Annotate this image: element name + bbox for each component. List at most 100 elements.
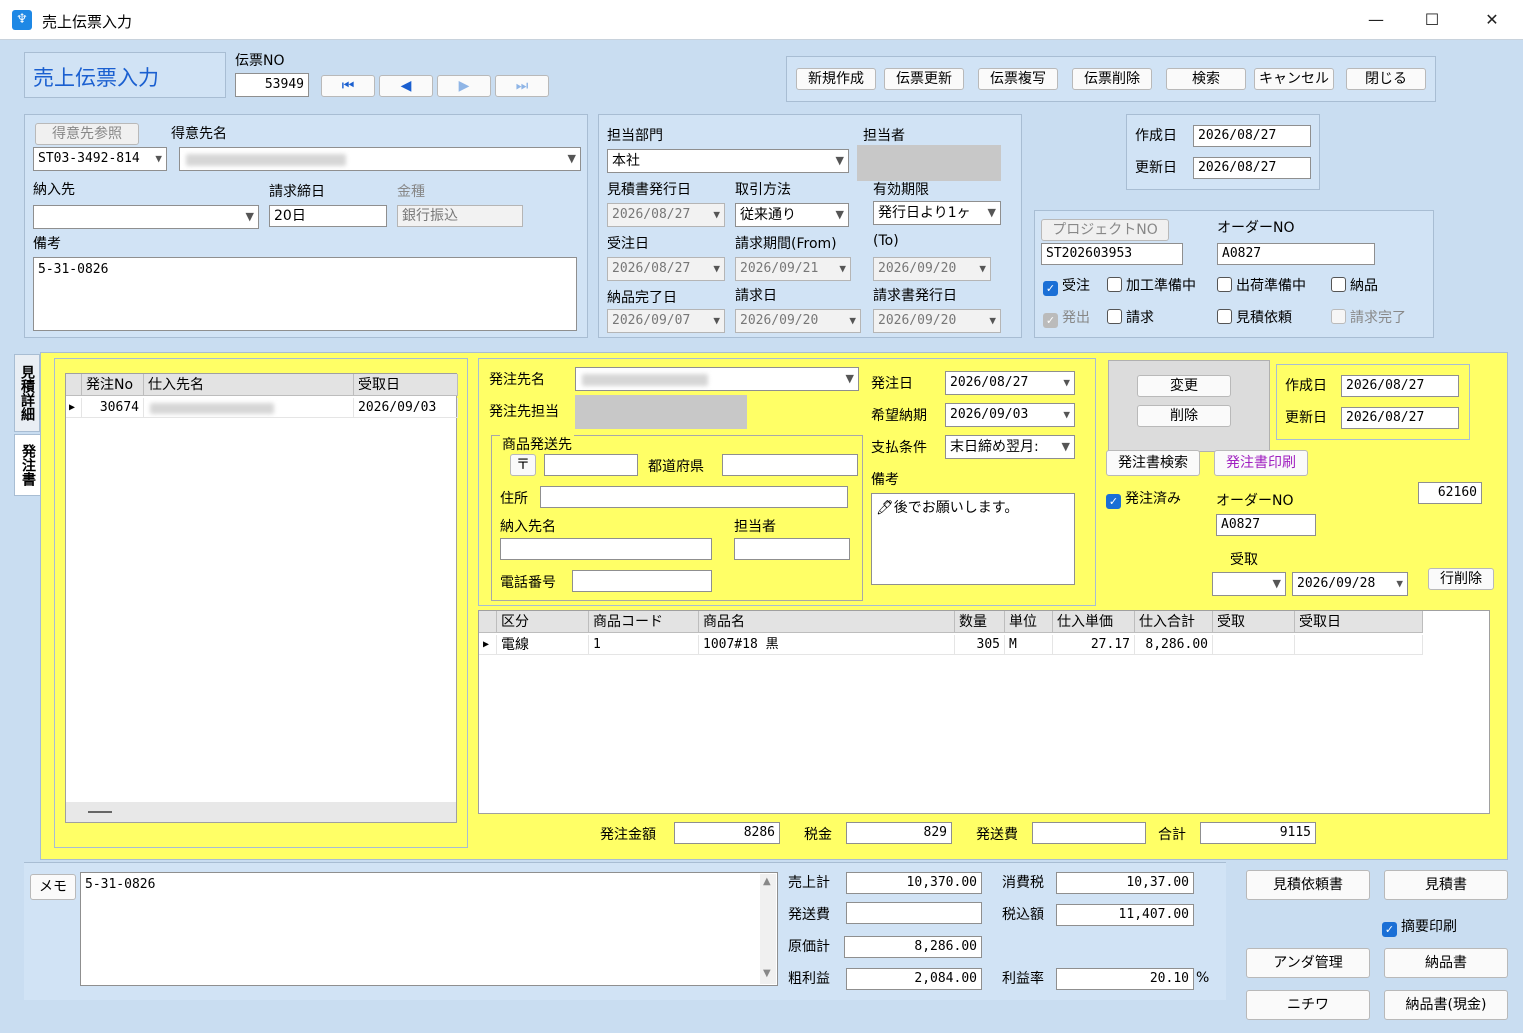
receive-date-cell[interactable]: 2026/09/03 [354,398,458,418]
ctax-input[interactable]: 10,37.00 [1056,872,1194,894]
method-select[interactable]: 従来通り ▼ [735,203,849,227]
incl-input[interactable]: 11,407.00 [1056,904,1194,926]
last-icon[interactable]: ⏭ [495,75,549,97]
pay-select[interactable]: 末日締め翌月: ▼ [945,435,1075,459]
delivery-select[interactable]: ▼ [33,205,259,229]
mitsumori-checkbox[interactable]: 見積依頼 [1217,309,1292,327]
tab-detail[interactable]: 見積詳細 [14,354,40,432]
customer-memo-textarea[interactable]: 5-31-0826 [33,257,577,331]
items-grid[interactable]: 区分 商品コード 商品名 数量 単位 仕入単価 仕入合計 受取 受取日 ▶ 電線… [478,610,1490,814]
tab-order[interactable]: 発注書 [14,434,42,496]
row-delete-button[interactable]: 行削除 [1428,568,1494,590]
order-date-select[interactable]: 2026/08/27 ▼ [607,257,725,281]
sales-input[interactable]: 10,370.00 [846,872,982,894]
po-change-button[interactable]: 変更 [1137,375,1231,397]
nichiwa-button[interactable]: ニチワ [1246,990,1370,1020]
maximize-button[interactable]: ☐ [1412,6,1452,34]
po-number-input[interactable]: 62160 [1418,482,1482,504]
supplier-cell[interactable] [144,398,354,418]
cutoff-input[interactable]: 20日 [269,205,387,227]
quote-button[interactable]: 見積書 [1384,870,1508,900]
project-no-input[interactable]: ST202603953 [1041,243,1183,265]
deliv-name-input[interactable] [500,538,712,560]
po-memo-textarea[interactable]: 🖊後でお願いします。 [871,493,1075,585]
close-window-button[interactable]: ✕ [1472,6,1512,34]
staff-field[interactable] [857,145,1001,181]
valid-select[interactable]: 発行日より1ヶ ▼ [873,201,1001,225]
addr-input[interactable] [540,486,848,508]
customer-ref-button[interactable]: 得意先参照 [35,123,139,145]
memo-textarea[interactable]: 5-31-0826 [80,872,778,986]
postal-input[interactable] [544,454,638,476]
shukka-checkbox[interactable]: 出荷準備中 [1217,277,1306,295]
qty-cell[interactable]: 305 [955,635,1005,655]
memo-scrollbar[interactable]: ▲ ▼ [760,874,776,984]
memo-button[interactable]: メモ [30,874,76,900]
summary-print-checkbox[interactable]: ✓ 摘要印刷 [1382,918,1457,937]
first-icon[interactable]: ⏮ [321,75,375,97]
ship-input[interactable] [846,902,982,924]
rate-input[interactable]: 20.10 [1056,968,1194,990]
postal-button[interactable]: 〒 [510,454,536,476]
dept-select[interactable]: 本社 ▼ [607,149,849,173]
pref-input[interactable] [722,454,858,476]
total-cell[interactable]: 8,286.00 [1135,635,1213,655]
po-no-cell[interactable]: 30674 [82,398,144,418]
po-tax-input[interactable]: 829 [846,822,952,844]
supplier-select[interactable]: ▼ [575,367,859,391]
updated-input[interactable]: 2026/08/27 [1193,157,1311,179]
po-delete-button[interactable]: 削除 [1137,405,1231,427]
quote-date-select[interactable]: 2026/08/27 ▼ [607,203,725,227]
created-input[interactable]: 2026/08/27 [1193,125,1311,147]
code-cell[interactable]: 1 [589,635,699,655]
minimize-button[interactable]: — [1356,6,1396,34]
quote-request-button[interactable]: 見積依頼書 [1246,870,1370,900]
receive-date-select[interactable]: 2026/09/28 ▼ [1292,572,1408,596]
cancel-button[interactable]: キャンセル [1254,68,1334,90]
money-input[interactable]: 銀行振込 [397,205,523,227]
kakou-checkbox[interactable]: 加工準備中 [1107,277,1196,295]
bill-date-select[interactable]: 2026/09/20 ▼ [735,309,861,333]
receive-select[interactable]: ▼ [1212,572,1286,596]
ordered-checkbox[interactable]: ✓ 発注済み [1106,490,1181,509]
po-list-grid[interactable]: 発注No 仕入先名 受取日 ▶ 30674 2026/09/03 [65,373,458,823]
customer-code-select[interactable]: ST03-3492-814 ▼ [33,147,167,171]
tel-input[interactable] [572,570,712,592]
deliv-done-select[interactable]: 2026/09/07 ▼ [607,309,725,333]
horizontal-scrollbar[interactable] [66,802,456,822]
prev-icon[interactable]: ◀ [379,75,433,97]
scroll-up-icon[interactable]: ▲ [763,876,771,887]
tantou-input[interactable] [734,538,850,560]
search-button[interactable]: 検索 [1166,68,1246,90]
cost-input[interactable]: 8,286.00 [844,936,982,958]
po-updated-input[interactable]: 2026/08/27 [1341,407,1459,429]
price-cell[interactable]: 27.17 [1053,635,1135,655]
juchu-checkbox[interactable]: ✓ 受注 [1043,277,1090,296]
hacchu-checkbox[interactable]: ✓ 発出 [1043,309,1090,328]
delivery-note-button[interactable]: 納品書 [1384,948,1508,978]
receive-date-cell[interactable] [1295,635,1423,655]
next-icon[interactable]: ▶ [437,75,491,97]
po-date-select[interactable]: 2026/08/27 ▼ [945,371,1075,395]
update-button[interactable]: 伝票更新 [884,68,964,90]
seikyu-done-checkbox[interactable]: 請求完了 [1331,309,1406,327]
delivery-cash-button[interactable]: 納品書(現金) [1384,990,1508,1020]
po-print-button[interactable]: 発注書印刷 [1214,450,1308,476]
name-cell[interactable]: 1007#18 黒 [699,635,955,655]
bill-to-select[interactable]: 2026/09/20 ▼ [873,257,991,281]
po-ship-input[interactable] [1032,822,1146,844]
new-button[interactable]: 新規作成 [796,68,876,90]
supplier-staff-field[interactable] [575,395,747,429]
kubun-cell[interactable]: 電線 [497,635,589,655]
po-search-button[interactable]: 発注書検索 [1106,450,1200,476]
po-amount-input[interactable]: 8286 [674,822,780,844]
profit-input[interactable]: 2,084.00 [846,968,982,990]
copy-button[interactable]: 伝票複写 [978,68,1058,90]
nouhin-checkbox[interactable]: 納品 [1331,277,1378,295]
seikyu-checkbox[interactable]: 請求 [1107,309,1154,327]
invoice-date-select[interactable]: 2026/09/20 ▼ [873,309,1001,333]
po-order-no-input[interactable]: A0827 [1216,514,1316,536]
project-no-button[interactable]: プロジェクトNO [1041,219,1169,241]
po-total-input[interactable]: 9115 [1200,822,1316,844]
denpyo-no-input[interactable]: 53949 [235,73,309,97]
